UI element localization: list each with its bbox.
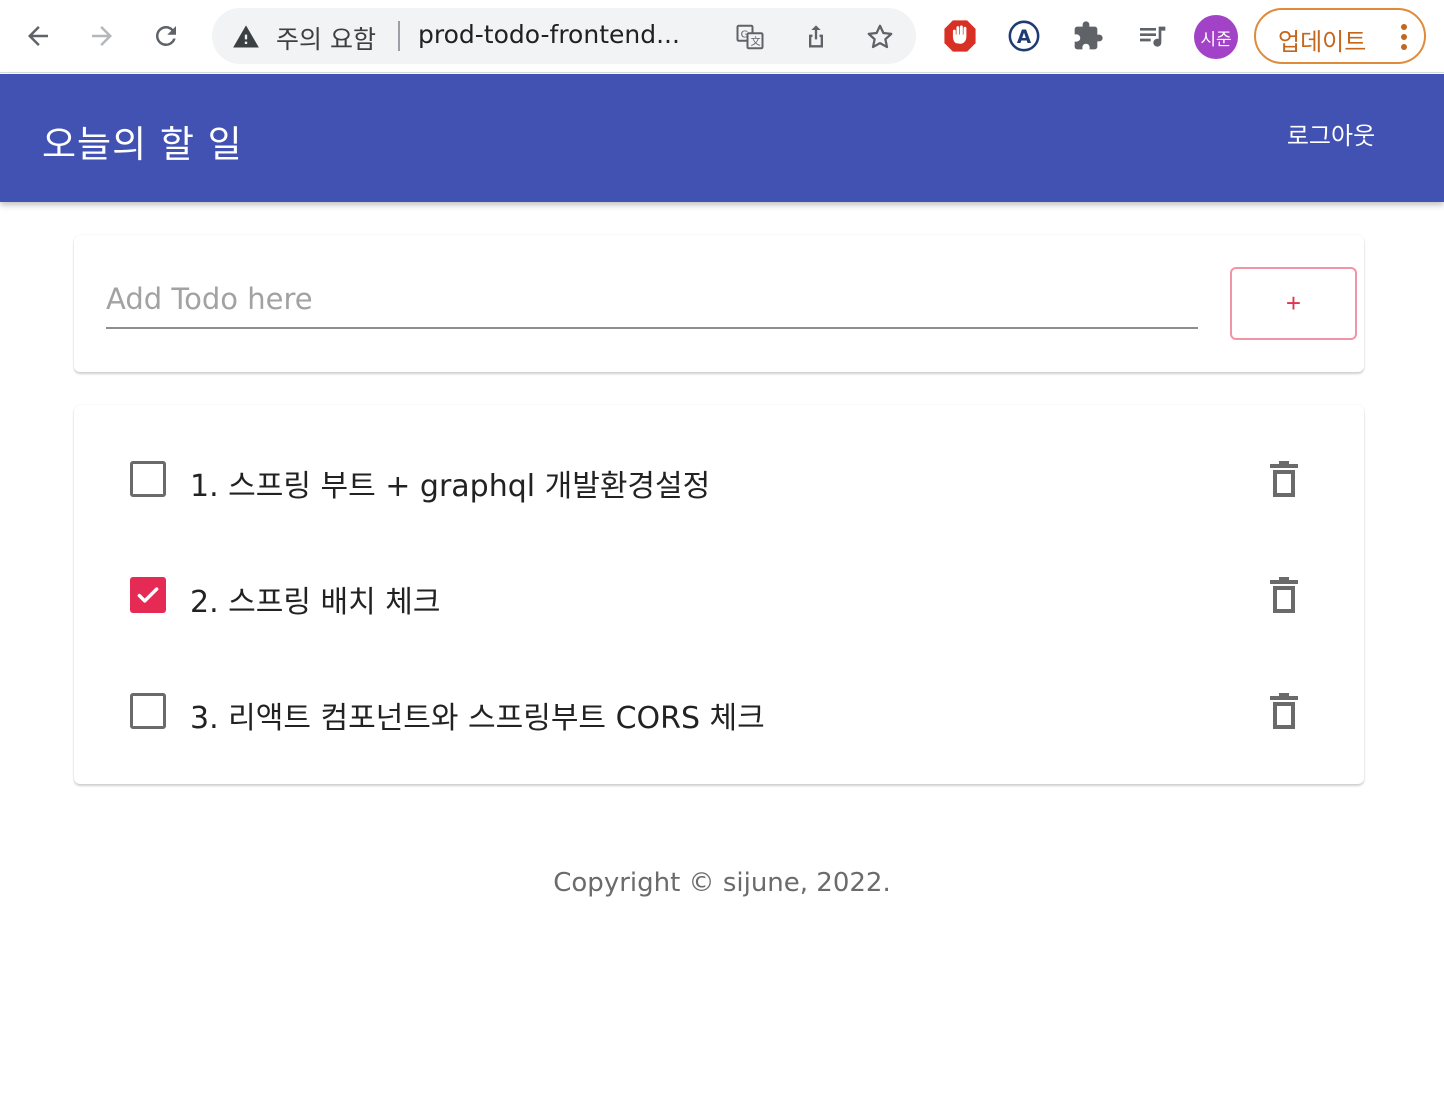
media-queue-icon[interactable]: [1132, 16, 1172, 56]
svg-text:文: 文: [751, 35, 761, 48]
add-todo-card: +: [74, 235, 1364, 372]
reload-icon[interactable]: [146, 16, 186, 56]
translate-icon[interactable]: G文: [734, 21, 766, 53]
address-bar[interactable]: 주의 요함 prod-todo-frontend... G文: [212, 8, 916, 64]
logout-button[interactable]: 로그아웃: [1282, 92, 1380, 182]
bookmark-star-icon[interactable]: [864, 21, 896, 53]
todo-item-text[interactable]: 1. 스프링 부트 + graphql 개발환경설정: [190, 461, 710, 505]
profile-avatar[interactable]: 시준: [1194, 15, 1238, 59]
extensions-puzzle-icon[interactable]: [1068, 16, 1108, 56]
add-todo-input[interactable]: [106, 271, 1198, 329]
back-arrow-icon[interactable]: [18, 16, 58, 56]
security-warning-text[interactable]: 주의 요함: [276, 20, 376, 56]
more-menu-icon[interactable]: [1400, 22, 1408, 52]
update-button-label: 업데이트: [1278, 28, 1367, 56]
add-todo-button[interactable]: +: [1230, 267, 1357, 340]
a-extension-icon[interactable]: A: [1004, 16, 1044, 56]
browser-toolbar: 주의 요함 prod-todo-frontend... G文 A 시준 업데이트: [0, 0, 1444, 73]
delete-trash-icon[interactable]: [1264, 459, 1304, 499]
todo-checkbox[interactable]: [130, 577, 166, 613]
svg-text:A: A: [1017, 27, 1032, 48]
app-bar: 오늘의 할 일 로그아웃: [0, 74, 1444, 202]
page-title: 오늘의 할 일: [42, 123, 243, 166]
warning-icon[interactable]: [232, 23, 260, 51]
todo-item-text[interactable]: 2. 스프링 배치 체크: [190, 577, 440, 621]
delete-trash-icon[interactable]: [1264, 575, 1304, 615]
todo-item: 2. 스프링 배치 체크: [74, 561, 1364, 631]
todo-item-text[interactable]: 3. 리액트 컴포넌트와 스프링부트 CORS 체크: [190, 693, 765, 737]
todo-checkbox[interactable]: [130, 693, 166, 729]
todo-checkbox[interactable]: [130, 461, 166, 497]
adblock-extension-icon[interactable]: [940, 16, 980, 56]
footer-copyright: Copyright © sijune, 2022.: [553, 868, 891, 898]
delete-trash-icon[interactable]: [1264, 691, 1304, 731]
address-separator: [398, 21, 400, 51]
share-icon[interactable]: [800, 21, 832, 53]
todo-item: 1. 스프링 부트 + graphql 개발환경설정: [74, 445, 1364, 515]
todo-list: 1. 스프링 부트 + graphql 개발환경설정 2. 스프링 배치 체크 …: [74, 405, 1364, 784]
forward-arrow-icon[interactable]: [82, 16, 122, 56]
url-text[interactable]: prod-todo-frontend...: [418, 20, 718, 49]
update-button[interactable]: 업데이트: [1254, 8, 1426, 64]
todo-item: 3. 리액트 컴포넌트와 스프링부트 CORS 체크: [74, 677, 1364, 747]
